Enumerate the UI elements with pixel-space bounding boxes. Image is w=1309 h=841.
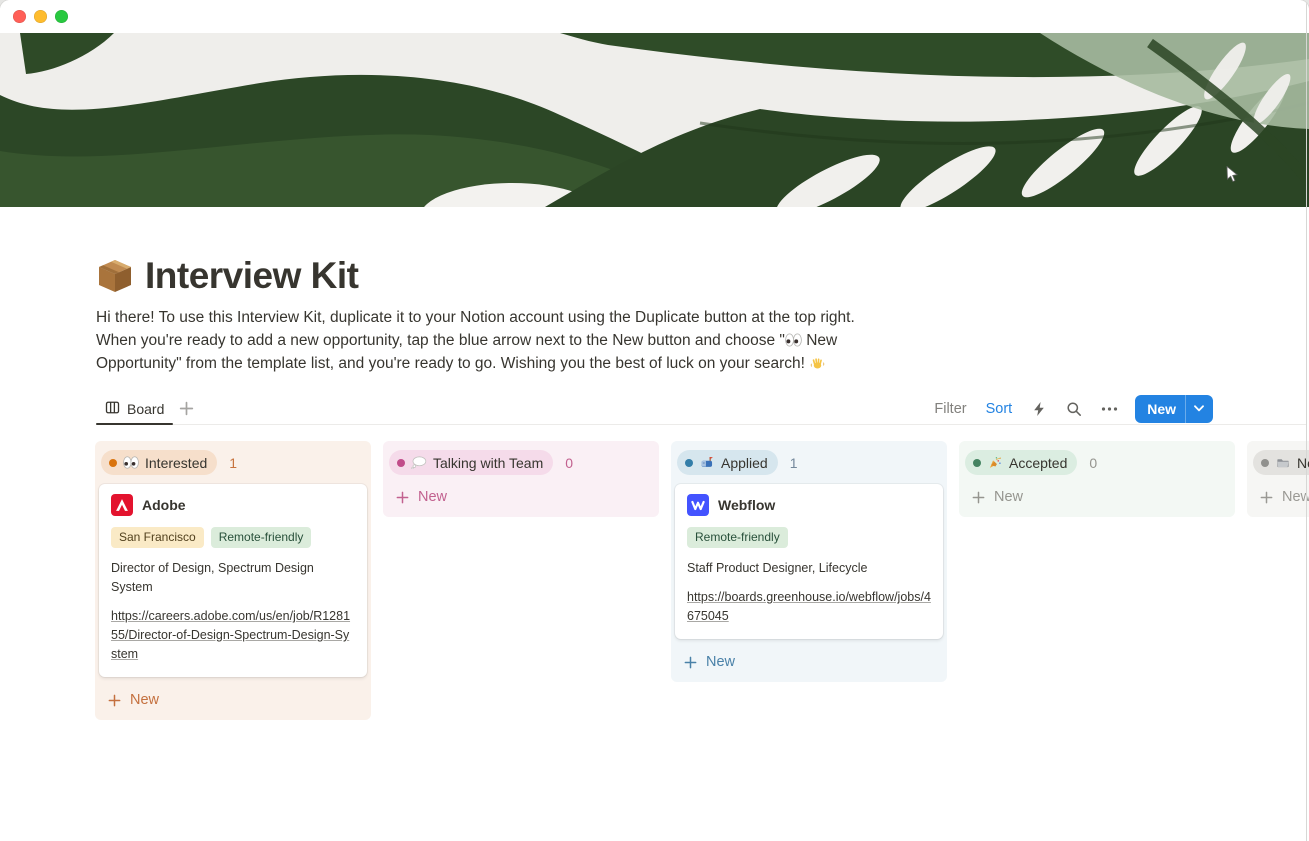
- add-card-button[interactable]: New: [675, 647, 943, 677]
- add-card-label: New: [130, 692, 159, 708]
- add-card-label: New: [418, 489, 447, 505]
- new-button[interactable]: New: [1135, 395, 1213, 423]
- status-dot: [397, 459, 405, 467]
- card-count: 1: [229, 455, 237, 471]
- new-button-label[interactable]: New: [1135, 395, 1185, 423]
- board-view-icon: [105, 400, 120, 418]
- mouse-cursor: [1226, 166, 1239, 183]
- page-description[interactable]: Hi there! To use this Interview Kit, dup…: [96, 306, 871, 375]
- thought-balloon-icon: [411, 456, 427, 469]
- status-dot: [109, 459, 117, 467]
- new-dropdown-chevron-icon[interactable]: [1185, 395, 1213, 423]
- status-pill-talking-with-team[interactable]: Talking with Team: [389, 450, 553, 475]
- status-pill-applied[interactable]: Applied: [677, 450, 778, 475]
- tag-list: Remote-friendly: [687, 527, 931, 548]
- status-pill-no-lon[interactable]: No Lon: [1253, 450, 1309, 475]
- add-card-button[interactable]: New: [99, 685, 367, 715]
- status-dot: [973, 459, 981, 467]
- status-pill-interested[interactable]: Interested: [101, 450, 217, 475]
- automations-lightning-icon[interactable]: [1031, 401, 1047, 417]
- card-count: 1: [790, 455, 798, 471]
- view-bar: Board Filter Sort New: [96, 393, 1306, 425]
- card-count: 0: [565, 455, 573, 471]
- column-header: No Lon: [1251, 443, 1309, 482]
- mailbox-icon: [699, 456, 715, 469]
- company-name: Webflow: [718, 497, 775, 513]
- plus-icon: [971, 490, 986, 505]
- column-header: Accepted 0: [963, 443, 1231, 482]
- board-column-talking-with-team: Talking with Team 0 New: [383, 441, 659, 517]
- add-card-button[interactable]: New: [963, 482, 1231, 512]
- notion-window: Interview Kit Hi there! To use this Inte…: [0, 0, 1309, 841]
- board-column-accepted: Accepted 0 New: [959, 441, 1235, 517]
- search-icon[interactable]: [1066, 401, 1082, 417]
- job-url-link[interactable]: https://boards.greenhouse.io/webflow/job…: [687, 588, 931, 626]
- job-role: Staff Product Designer, Lifecycle: [687, 559, 931, 578]
- card-title-row: Adobe: [111, 494, 355, 516]
- add-card-label: New: [994, 489, 1023, 505]
- status-label: Interested: [145, 455, 207, 471]
- board-column-interested: Interested 1 Adobe San Francisco Remote-frie…: [95, 441, 371, 720]
- sort-button[interactable]: Sort: [986, 401, 1013, 417]
- page-title[interactable]: Interview Kit: [145, 255, 359, 297]
- status-label: Accepted: [1009, 455, 1067, 471]
- job-card-adobe[interactable]: Adobe San Francisco Remote-friendly Directo…: [99, 484, 367, 677]
- tag-remote-friendly: Remote-friendly: [211, 527, 312, 548]
- board-column-applied: Applied 1 Webflow Remote-friendly Staff Prod…: [671, 441, 947, 682]
- minimize-window-button[interactable]: [34, 10, 47, 23]
- card-title-row: Webflow: [687, 494, 931, 516]
- job-url-link[interactable]: https://careers.adobe.com/us/en/job/R128…: [111, 607, 355, 664]
- eyes-icon: [785, 332, 802, 349]
- package-icon[interactable]: [96, 257, 134, 295]
- add-card-button[interactable]: New: [387, 482, 655, 512]
- tab-board-view[interactable]: Board: [96, 393, 173, 424]
- add-card-label: New: [706, 654, 735, 670]
- tag-san-francisco: San Francisco: [111, 527, 204, 548]
- plus-icon: [395, 490, 410, 505]
- status-dot: [685, 459, 693, 467]
- monstera-leaves-cover-art: [0, 33, 1309, 207]
- wave-icon: [809, 355, 826, 372]
- column-header: Applied 1: [675, 443, 943, 482]
- add-card-button[interactable]: New: [1251, 482, 1309, 512]
- eyes-icon: [123, 456, 139, 469]
- status-label: Talking with Team: [433, 455, 543, 471]
- status-label: Applied: [721, 455, 768, 471]
- party-popper-icon: [987, 456, 1003, 469]
- add-view-button[interactable]: [178, 400, 195, 417]
- plus-icon: [683, 655, 698, 670]
- window-titlebar: [0, 0, 1309, 33]
- column-header: Talking with Team 0: [387, 443, 655, 482]
- tag-list: San Francisco Remote-friendly: [111, 527, 355, 548]
- company-name: Adobe: [142, 497, 186, 513]
- adobe-logo-icon: [111, 494, 133, 516]
- folder-icon: [1275, 456, 1291, 469]
- plus-icon: [1259, 490, 1274, 505]
- job-role: Director of Design, Spectrum Design Syst…: [111, 559, 355, 597]
- tag-remote-friendly: Remote-friendly: [687, 527, 788, 548]
- kanban-board: Interested 1 Adobe San Francisco Remote-frie…: [0, 425, 1309, 720]
- status-label: No Lon: [1297, 455, 1309, 471]
- zoom-window-button[interactable]: [55, 10, 68, 23]
- webflow-logo-icon: [687, 494, 709, 516]
- window-right-edge: [1306, 0, 1308, 841]
- plus-icon: [107, 693, 122, 708]
- job-card-webflow[interactable]: Webflow Remote-friendly Staff Product Desi…: [675, 484, 943, 639]
- status-pill-accepted[interactable]: Accepted: [965, 450, 1077, 475]
- close-window-button[interactable]: [13, 10, 26, 23]
- filter-button[interactable]: Filter: [934, 401, 966, 417]
- page-cover-image: [0, 33, 1309, 207]
- status-dot: [1261, 459, 1269, 467]
- column-header: Interested 1: [99, 443, 367, 482]
- tab-board-label: Board: [127, 401, 164, 417]
- more-options-icon[interactable]: [1101, 406, 1118, 412]
- card-count: 0: [1089, 455, 1097, 471]
- board-column-no-lon: No Lon New: [1247, 441, 1309, 517]
